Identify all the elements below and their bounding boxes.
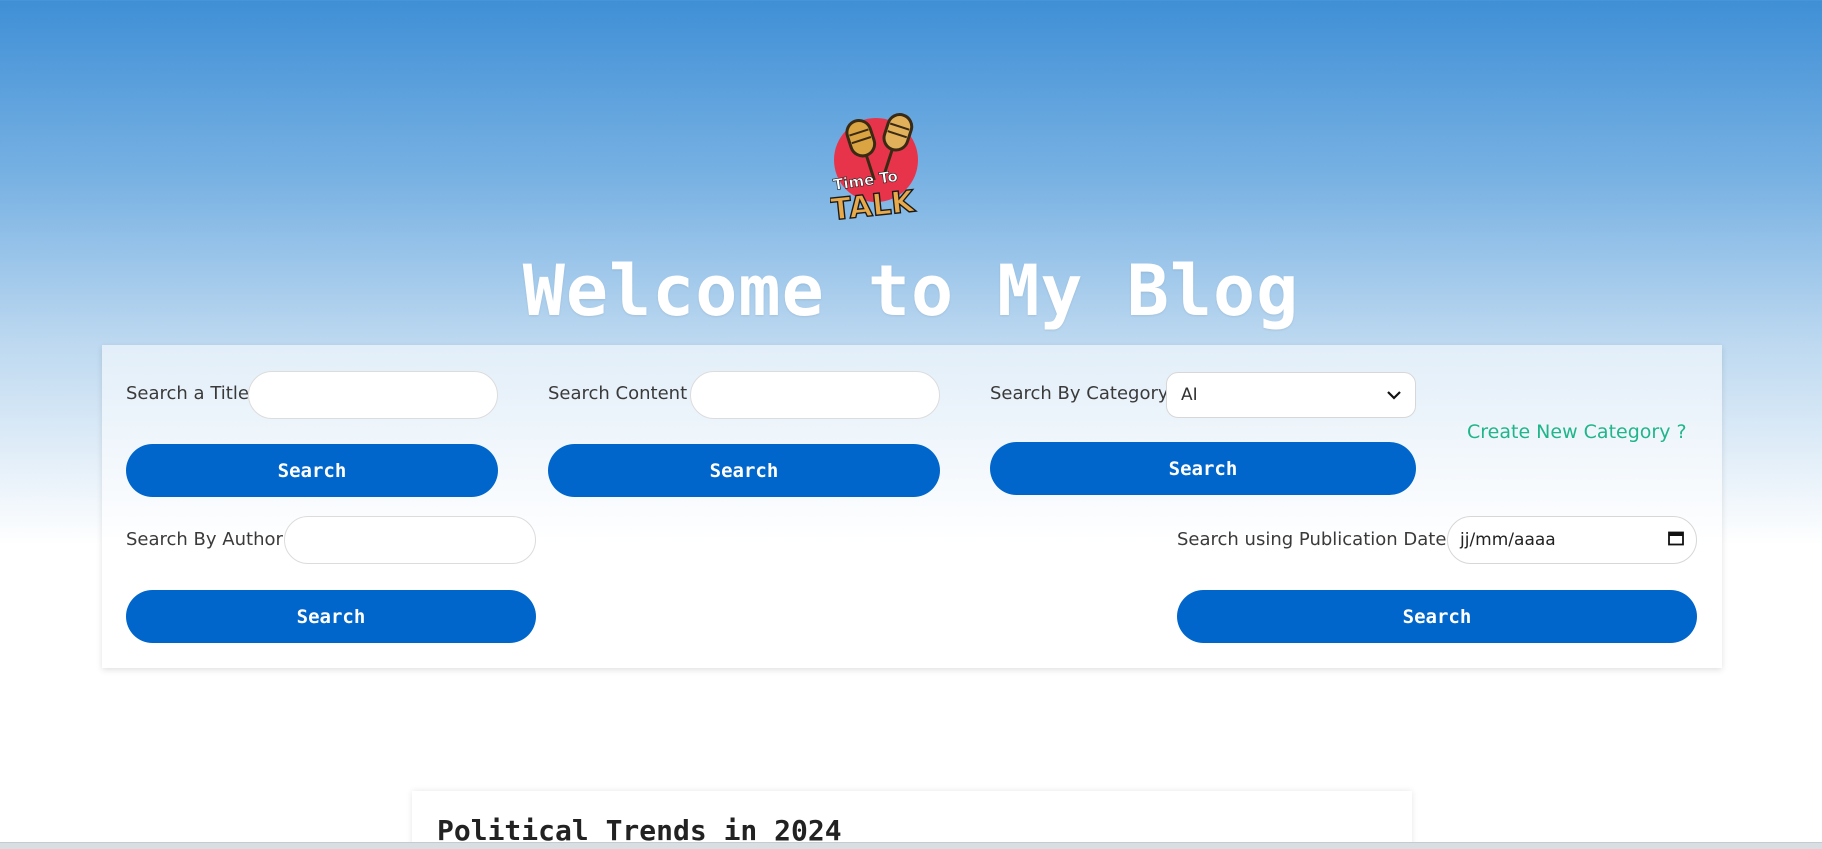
microphones-logo: Time To TALK <box>828 113 919 229</box>
calendar-icon[interactable] <box>1668 530 1684 551</box>
page-title: Welcome to My Blog <box>522 250 1300 332</box>
content-search-input[interactable] <box>690 371 940 419</box>
create-category-link[interactable]: Create New Category ? <box>1467 421 1687 443</box>
category-search-label: Search By Category <box>990 383 1169 404</box>
title-search-input[interactable] <box>248 371 498 419</box>
author-search-button[interactable]: Search <box>126 590 536 643</box>
category-search-button[interactable]: Search <box>990 442 1416 495</box>
author-search-label: Search By Author <box>126 529 283 550</box>
content-search-button[interactable]: Search <box>548 444 940 497</box>
horizontal-scrollbar[interactable] <box>0 842 1822 849</box>
date-search-button[interactable]: Search <box>1177 590 1697 643</box>
category-select-value: AI <box>1181 385 1198 405</box>
title-search-button[interactable]: Search <box>126 444 498 497</box>
logo-text-line2: TALK <box>830 184 918 228</box>
post-card[interactable]: Political Trends in 2024 <box>412 791 1412 849</box>
date-search-input[interactable]: jj/mm/aaaa <box>1447 516 1697 564</box>
chevron-down-icon <box>1387 385 1401 405</box>
search-panel: Search a Title Search Search Content Sea… <box>102 345 1722 668</box>
category-select[interactable]: AI <box>1166 372 1416 418</box>
date-search-label: Search using Publication Date <box>1177 529 1447 550</box>
title-search-label: Search a Title <box>126 383 249 404</box>
content-search-label: Search Content <box>548 383 688 404</box>
author-search-input[interactable] <box>284 516 536 564</box>
date-placeholder: jj/mm/aaaa <box>1460 530 1556 550</box>
site-logo: Time To TALK <box>828 112 930 232</box>
